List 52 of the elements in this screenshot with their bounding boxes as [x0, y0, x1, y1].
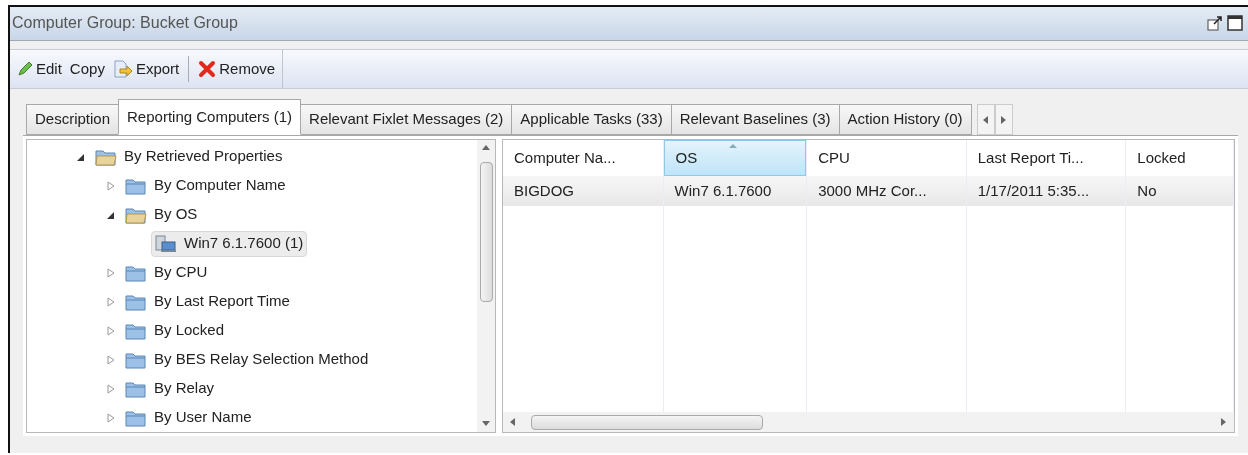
- left-arrow-icon[interactable]: [509, 418, 517, 426]
- right-arrow-icon[interactable]: [1220, 418, 1228, 426]
- folder-icon: [125, 176, 147, 195]
- folder-icon: [125, 350, 147, 369]
- open-folder-icon: [125, 205, 147, 224]
- tab[interactable]: Action History (0): [838, 104, 972, 135]
- open-folder-icon: [95, 147, 117, 166]
- tab[interactable]: Relevant Baselines (3): [670, 104, 840, 135]
- window-title: Computer Group: Bucket Group: [12, 13, 238, 34]
- right-arrow-icon[interactable]: [999, 115, 1008, 124]
- toolbar-button[interactable]: Copy: [68, 53, 106, 84]
- toolbar-button[interactable]: Remove: [197, 53, 277, 84]
- remove-icon: [198, 59, 217, 78]
- column-header[interactable]: OS: [663, 140, 807, 176]
- tree-item[interactable]: By OS: [121, 201, 202, 228]
- folder-icon: [125, 321, 147, 340]
- folder-icon: [125, 379, 147, 398]
- tree-item[interactable]: By Relay: [121, 375, 219, 402]
- export-icon: [112, 59, 133, 78]
- tree-item[interactable]: By CPU: [121, 259, 212, 286]
- tab[interactable]: Relevant Fixlet Messages (2): [300, 104, 513, 135]
- folder-icon: [125, 263, 147, 282]
- tree-item[interactable]: By BES Relay Selection Method: [121, 346, 373, 373]
- scroll-left-button[interactable]: [976, 104, 995, 135]
- down-arrow-icon[interactable]: [482, 420, 490, 428]
- table-cell: Win7 6.1.7600: [663, 176, 807, 206]
- tab[interactable]: Description: [26, 104, 120, 135]
- vertical-scrollbar[interactable]: [477, 140, 495, 432]
- folder-icon: [125, 408, 147, 427]
- computer-icon: [155, 234, 177, 253]
- tree-item[interactable]: Win7 6.1.7600 (1): [151, 230, 308, 257]
- maximize-icon[interactable]: [1227, 15, 1243, 32]
- table-cell: 3000 MHz Cor...: [807, 176, 966, 206]
- tree-item[interactable]: By User Name: [121, 404, 256, 431]
- horizontal-scrollbar[interactable]: [503, 412, 1234, 432]
- toolbar-button[interactable]: Export: [111, 53, 181, 84]
- table-cell: BIGDOG: [503, 176, 663, 206]
- tab[interactable]: Reporting Computers (1): [118, 99, 302, 135]
- toolbar-button[interactable]: Edit: [16, 53, 63, 84]
- tree-item[interactable]: By Retrieved Properties: [91, 143, 287, 170]
- table-cell: 1/17/2011 5:35...: [966, 176, 1126, 206]
- tree-item[interactable]: By Computer Name: [121, 172, 290, 199]
- sort-arrow-icon: [728, 143, 737, 148]
- up-arrow-icon[interactable]: [482, 144, 490, 152]
- tab[interactable]: Applicable Tasks (33): [511, 104, 672, 135]
- left-arrow-icon[interactable]: [981, 115, 990, 124]
- table-cell: No: [1126, 176, 1233, 206]
- folder-icon: [125, 292, 147, 311]
- tree-item[interactable]: By Last Report Time: [121, 288, 294, 315]
- tree-item[interactable]: By Locked: [121, 317, 229, 344]
- pencil-icon: [17, 60, 33, 77]
- detach-icon[interactable]: [1207, 15, 1223, 32]
